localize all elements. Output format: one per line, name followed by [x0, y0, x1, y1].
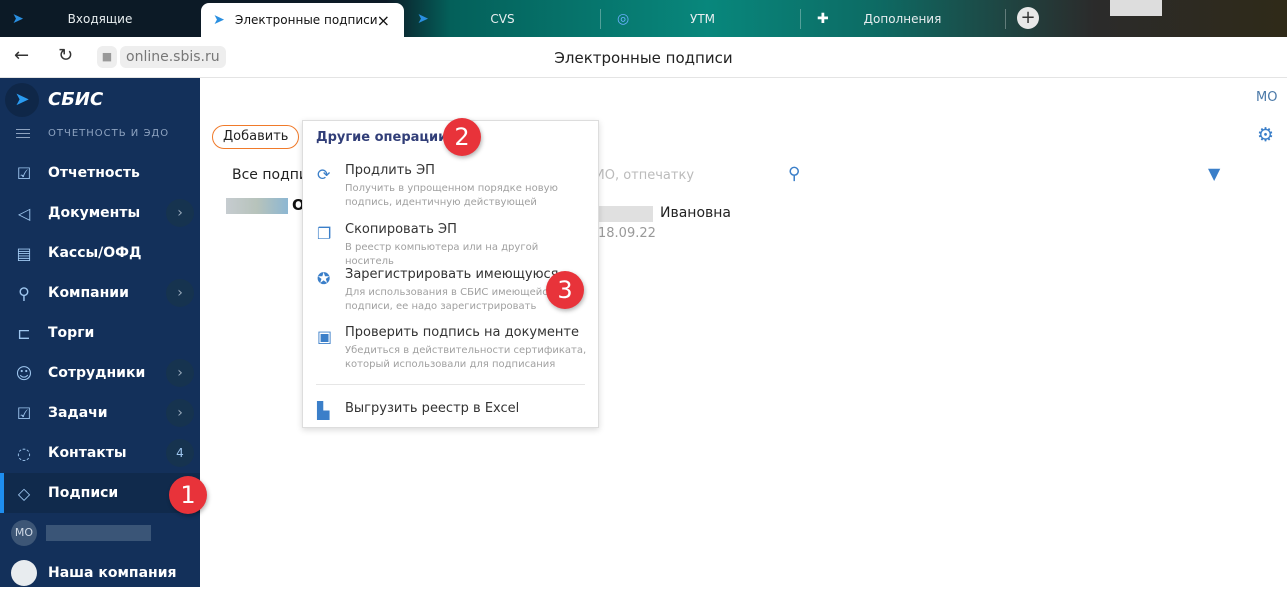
chevron-right-icon[interactable]: › [166, 199, 194, 227]
certificate-document-icon: ▣ [317, 327, 333, 346]
task-icon: ☑ [16, 403, 32, 423]
menu-item-copy[interactable]: ❐ Скопировать ЭП В реестр компьютера или н… [303, 222, 600, 267]
sidebar-item-documents[interactable]: ◁ Документы › [0, 193, 200, 233]
add-button[interactable]: Добавить [212, 125, 300, 149]
sidebar-item-cash[interactable]: ▤ Кассы/ОФД [0, 233, 200, 273]
sidebar-item-employees[interactable]: ☺ Сотрудники › [0, 353, 200, 393]
menu-title: Другие операции [316, 130, 448, 145]
menu-item-renew[interactable]: ⟳ Продлить ЭП Получить в упрощенном порядк… [303, 163, 600, 213]
page-title: Электронные подписи [554, 49, 733, 67]
tab-cvs[interactable]: ➤ CVS [405, 0, 600, 37]
chevron-right-icon[interactable]: › [166, 399, 194, 427]
user-initials[interactable]: МО [1256, 90, 1277, 105]
address-bar: ← ↻ ■ online.sbis.ru Электронные подписи [0, 37, 1287, 78]
blurred-name [598, 206, 653, 222]
window-controls[interactable] [1110, 0, 1162, 16]
chevron-right-icon[interactable]: › [166, 359, 194, 387]
sidebar-item-reports[interactable]: ☑ Отчетность [0, 153, 200, 193]
sidebar-item-tenders[interactable]: ⊏ Торги [0, 313, 200, 353]
company-icon [11, 560, 37, 586]
contacts-count: 4 [166, 439, 194, 467]
save-icon: ▙ [317, 401, 330, 420]
menu-icon[interactable] [16, 129, 30, 138]
search-input[interactable]: ИО, отпечатку [595, 168, 694, 183]
step-badge-2: 2 [443, 118, 481, 156]
gear-icon[interactable]: ⚙ [1257, 124, 1274, 146]
filter-icon[interactable]: ▼ [1208, 164, 1220, 183]
refresh-icon: ⟳ [317, 165, 331, 184]
tab-extensions[interactable]: ✚ Дополнения [805, 0, 1000, 37]
avatar: МО [11, 520, 37, 546]
cash-register-icon: ▤ [16, 243, 32, 263]
brand: СБИС [48, 89, 104, 110]
close-tab-icon[interactable]: × [377, 11, 390, 30]
search-icon[interactable]: ⚲ [788, 164, 800, 184]
sidebar-item-contacts[interactable]: ◌ Контакты 4 [0, 433, 200, 473]
sidebar-item-tasks[interactable]: ☑ Задачи › [0, 393, 200, 433]
menu-item-verify[interactable]: ▣ Проверить подпись на документе Убедиться… [303, 325, 600, 375]
sidebar: ➤ СБИС ОТЧЕТНОСТЬ И ЭДО ☑ Отчетность ◁ Док… [0, 78, 200, 587]
sidebar-item-our-company[interactable]: Наша компания [0, 553, 200, 593]
row-date: 18.09.22 [598, 226, 656, 241]
blurred-username [46, 525, 151, 541]
step-badge-1: 1 [169, 476, 207, 514]
row-name[interactable]: Ивановна [660, 205, 731, 221]
step-badge-3: 3 [546, 271, 584, 309]
people-icon: ☺ [15, 363, 33, 383]
browser-tab-bar: ➤ Входящие ➤ Электронные подписи × ➤ CVS ◎ УТ… [0, 0, 1287, 37]
tab-signatures[interactable]: ➤ Электронные подписи × [201, 3, 404, 37]
send-icon: ◁ [17, 203, 31, 223]
sidebar-item-companies[interactable]: ⚲ Компании › [0, 273, 200, 313]
copy-icon: ❐ [317, 224, 332, 243]
menu-item-export-excel[interactable]: ▙ Выгрузить реестр в Excel [303, 401, 600, 421]
chat-icon: ◌ [17, 443, 31, 463]
tab-utm[interactable]: ◎ УТМ [605, 0, 800, 37]
section-title: ОТЧЕТНОСТЬ И ЭДО [48, 128, 170, 139]
sbis-logo-icon: ➤ [5, 83, 39, 117]
location-icon: ⚲ [18, 283, 30, 303]
new-tab-button[interactable]: + [1017, 7, 1039, 29]
menu-divider [316, 384, 585, 385]
award-icon: ✪ [317, 269, 331, 288]
blurred-avatar [226, 198, 288, 214]
sidebar-user[interactable]: МО [0, 513, 200, 553]
report-icon: ☑ [16, 163, 32, 183]
tab-incoming[interactable]: ➤ Входящие [0, 0, 200, 37]
chevron-right-icon[interactable]: › [166, 279, 194, 307]
tender-icon: ⊏ [17, 323, 31, 343]
sbis-icon: ➤ [213, 12, 225, 28]
tag-icon: ◇ [17, 483, 31, 503]
